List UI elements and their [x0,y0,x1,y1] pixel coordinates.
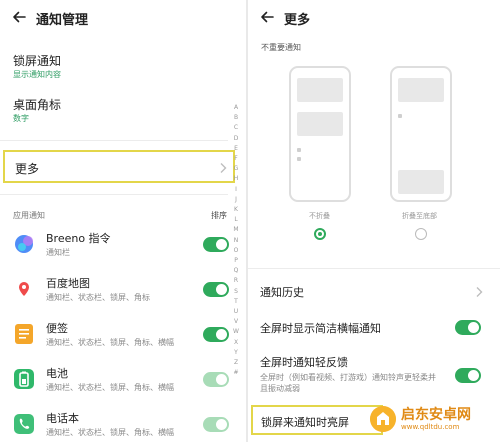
breeno-icon [15,235,33,253]
lockscreen-notification-title: 锁屏通知 [13,54,62,68]
lockscreen-notification-value: 显示通知内容 [13,70,61,79]
lock-screen-wake-item[interactable]: 锁屏来通知时亮屏 [251,405,383,435]
app-notification-channels: 通知栏、状态栏、锁屏、角标 [46,293,150,302]
divider [248,268,500,269]
alphabet-letter[interactable]: D [234,134,239,144]
app-notification-channels: 通知栏、状态栏、锁屏、角标、横幅 [46,428,174,437]
alphabet-letter[interactable]: T [234,297,238,307]
alphabet-letter[interactable]: # [233,368,238,378]
watermark-title: 启东安卓网 [401,407,471,423]
alphabet-letter[interactable]: S [234,287,238,297]
alphabet-letter[interactable]: M [233,225,238,235]
chevron-right-icon [220,163,227,173]
alphabet-letter[interactable]: L [234,215,237,225]
more-item[interactable]: 更多 [3,150,235,183]
more-label: 更多 [15,162,40,176]
phone-preview-collapse-bottom [390,66,452,202]
watermark-url: www.qdltdu.com [401,423,460,431]
alphabet-letter[interactable]: B [234,113,238,123]
chevron-right-icon [476,287,483,297]
radio-no-collapse[interactable] [314,228,326,240]
app-notification-toggle[interactable] [203,327,229,342]
alphabet-letter[interactable]: A [234,103,238,113]
header: 通知管理 [0,0,246,34]
alphabet-letter[interactable]: N [234,236,239,246]
app-notification-toggle[interactable] [203,282,229,297]
alphabet-letter[interactable]: Z [234,358,238,368]
alphabet-letter[interactable]: Q [234,266,239,276]
phone-preview-no-collapse [289,66,351,202]
app-name: 百度地图 [46,277,90,290]
alphabet-index[interactable]: A B C D E F G H I J K L M N O P Q R S T U V W X Y Z # [231,103,241,378]
fullscreen-feedback-description: 全屏时（例如看视频、打游戏）通知铃声更轻柔并且振动减弱 [260,373,436,393]
alphabet-letter[interactable]: E [234,144,238,154]
alphabet-letter[interactable]: I [235,185,237,195]
fullscreen-banner-title: 全屏时显示简洁横幅通知 [260,322,381,335]
alphabet-letter[interactable]: C [234,123,238,133]
sort-button[interactable]: 排序 [211,210,227,221]
fullscreen-banner-toggle[interactable] [455,320,481,335]
alphabet-letter[interactable]: O [234,246,239,256]
app-notification-row[interactable]: 电话本通知栏、状态栏、锁屏、角标、横幅 [0,406,232,442]
notes-icon [15,324,33,344]
alphabet-letter[interactable]: F [234,154,237,164]
alphabet-letter[interactable]: P [234,256,238,266]
unimportant-notifications-label: 不重要通知 [261,43,301,52]
app-notification-row[interactable]: 便签通知栏、状态栏、锁屏、角标、横幅 [0,316,232,354]
radio-collapse-bottom[interactable] [415,228,427,240]
watermark: 启东安卓网 www.qdltdu.com [370,402,494,436]
header: 更多 [248,0,500,34]
notification-history-title: 通知历史 [260,286,304,299]
alphabet-letter[interactable]: K [234,205,238,215]
back-arrow-icon[interactable] [11,9,27,25]
alphabet-letter[interactable]: G [234,164,239,174]
app-name: 电话本 [46,412,79,425]
alphabet-letter[interactable]: H [234,174,239,184]
divider [0,140,228,141]
lock-screen-wake-title: 锁屏来通知时亮屏 [261,416,349,429]
alphabet-letter[interactable]: J [235,195,237,205]
battery-icon [14,369,34,389]
alphabet-letter[interactable]: V [234,317,238,327]
more-settings-screen: 更多 不重要通知 不折叠 折叠至底部 通知历史 全屏时显示简洁横幅通知 全屏时通… [248,0,500,442]
page-title: 通知管理 [36,13,89,28]
alphabet-letter[interactable]: U [234,307,238,317]
app-notification-channels: 通知栏、状态栏、锁屏、角标、横幅 [46,338,174,347]
back-arrow-icon[interactable] [259,9,275,25]
app-name: 电池 [46,367,68,380]
notification-management-screen: 通知管理 锁屏通知 显示通知内容 桌面角标 数字 更多 应用通知 排序 ABCD… [0,0,246,442]
fullscreen-feedback-toggle[interactable] [455,368,481,383]
phonebook-icon [14,414,34,434]
app-notification-row[interactable]: Breeno 指令通知栏 [0,226,232,264]
app-notifications-heading: 应用通知 [13,211,45,220]
app-notification-row[interactable]: 百度地图通知栏、状态栏、锁屏、角标 [0,271,232,309]
alphabet-letter[interactable]: W [233,327,239,337]
map-pin-icon [14,279,34,299]
app-notification-toggle[interactable] [203,417,229,432]
app-notification-channels: 通知栏 [46,248,70,257]
app-notification-toggle[interactable] [203,237,229,252]
app-notification-toggle[interactable] [203,372,229,387]
alphabet-letter[interactable]: X [234,338,238,348]
desktop-badge-value: 数字 [13,114,29,123]
alphabet-letter[interactable]: Y [234,348,238,358]
app-notification-channels: 通知栏、状态栏、锁屏、角标、横幅 [46,383,174,392]
alphabet-letter[interactable]: R [234,276,238,286]
app-notification-row[interactable]: 电池通知栏、状态栏、锁屏、角标、横幅 [0,361,232,399]
watermark-logo-icon [370,406,396,432]
option-caption: 不折叠 [309,212,330,220]
option-caption: 折叠至底部 [402,212,437,220]
divider [0,194,228,195]
app-name: Breeno 指令 [46,232,111,245]
fullscreen-feedback-title: 全屏时通知轻反馈 [260,356,348,369]
desktop-badge-title: 桌面角标 [13,98,62,112]
page-title: 更多 [284,13,311,28]
app-name: 便签 [46,322,68,335]
